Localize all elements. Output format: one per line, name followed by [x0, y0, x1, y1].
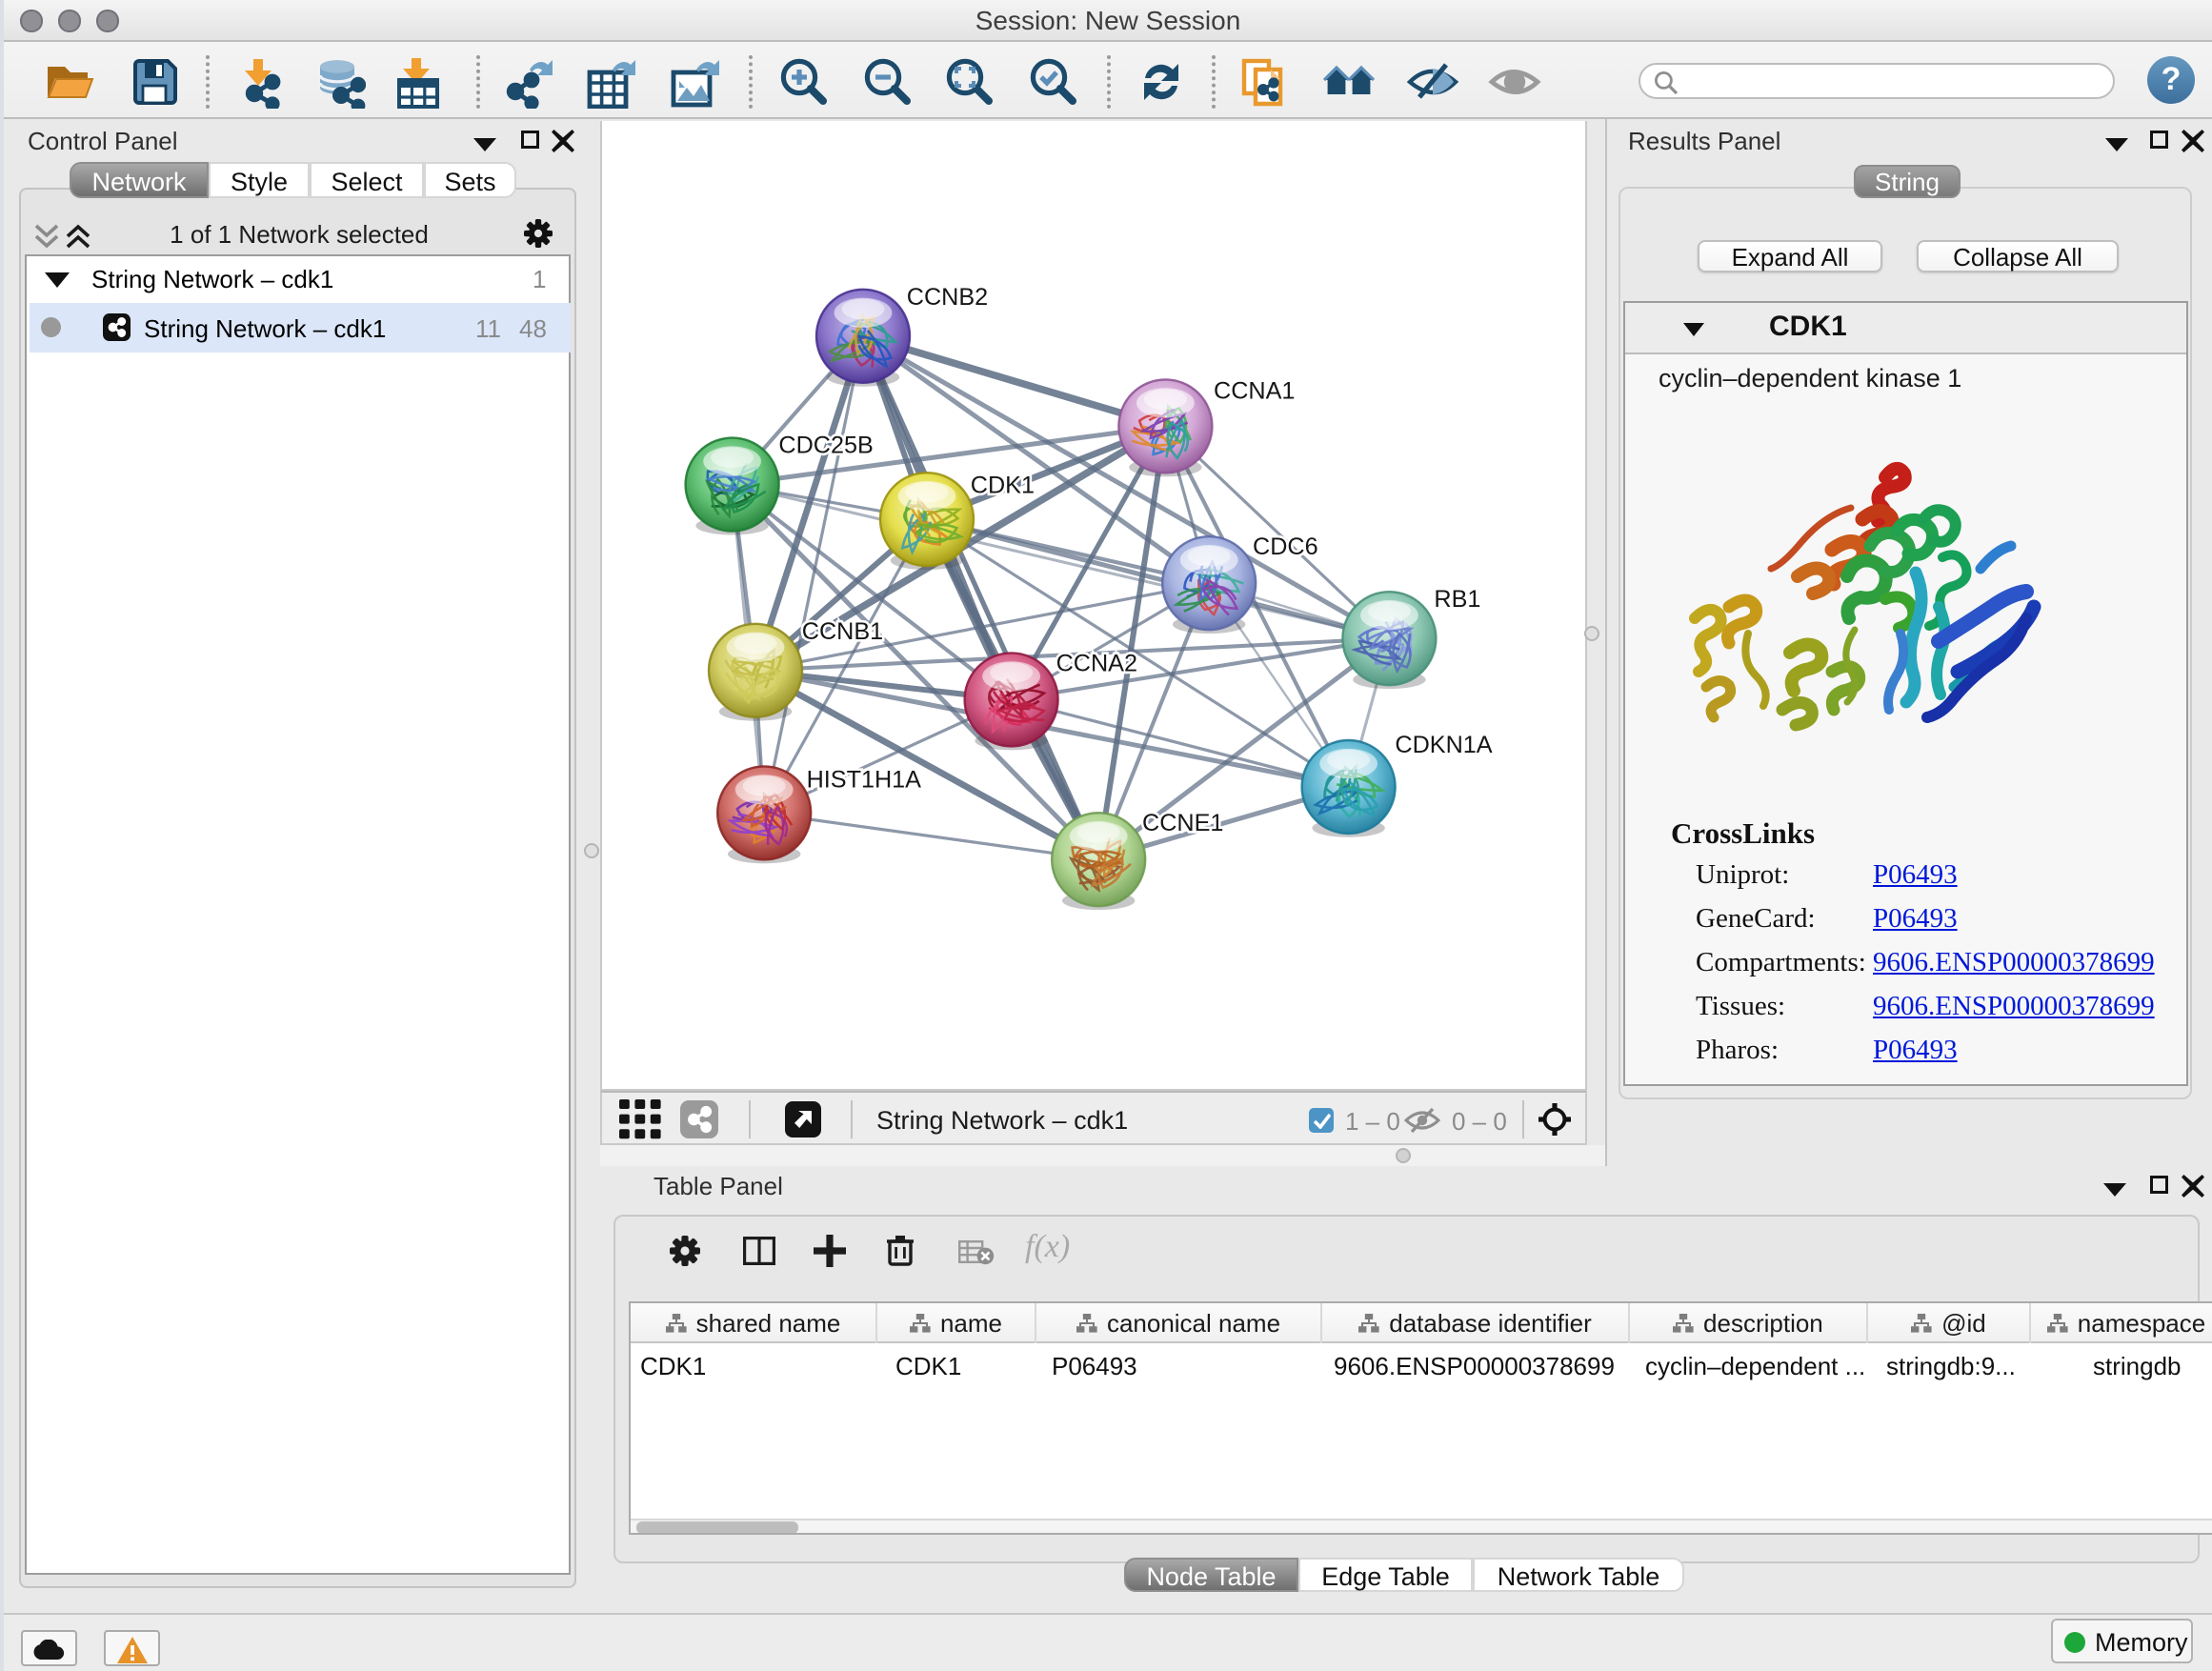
- svg-text:HIST1H1A: HIST1H1A: [807, 766, 922, 793]
- svg-text:CCNA1: CCNA1: [1214, 378, 1295, 405]
- svg-text:CDKN1A: CDKN1A: [1395, 732, 1492, 758]
- svg-text:CCNB1: CCNB1: [802, 618, 883, 645]
- svg-text:CDC6: CDC6: [1253, 534, 1318, 560]
- svg-text:CDC25B: CDC25B: [778, 432, 873, 458]
- svg-text:RB1: RB1: [1434, 586, 1480, 613]
- svg-text:CCNE1: CCNE1: [1142, 810, 1223, 836]
- svg-text:CCNB2: CCNB2: [907, 284, 988, 311]
- svg-text:CCNA2: CCNA2: [1056, 650, 1137, 676]
- svg-text:CDK1: CDK1: [971, 473, 1035, 499]
